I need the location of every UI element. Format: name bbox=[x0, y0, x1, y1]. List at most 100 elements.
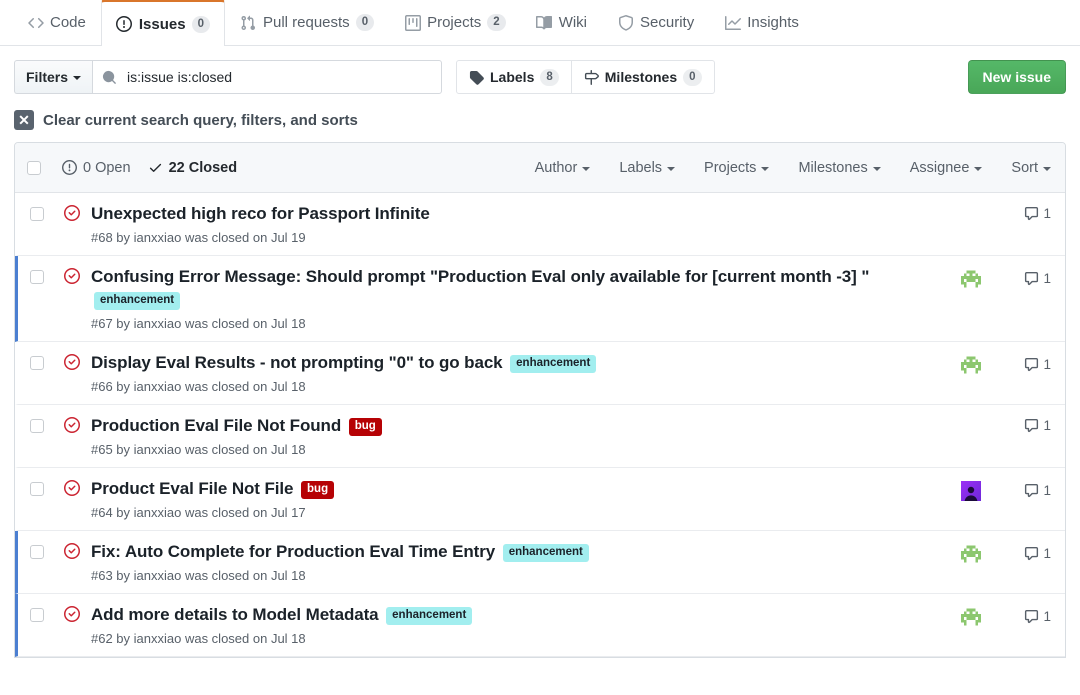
assignee-avatar-slot[interactable] bbox=[945, 481, 997, 501]
issue-title: Add more details to Model Metadata enhan… bbox=[91, 604, 945, 627]
state-filters: 0 Open 22 Closed bbox=[62, 160, 237, 176]
header-filter-milestones[interactable]: Milestones bbox=[798, 160, 880, 176]
issue-comment-count[interactable]: 1 bbox=[997, 546, 1051, 561]
issue-select-checkbox[interactable] bbox=[30, 207, 44, 221]
issue-label[interactable]: enhancement bbox=[510, 355, 596, 373]
milestones-label: Milestones bbox=[605, 69, 677, 85]
tab-wiki[interactable]: Wiki bbox=[521, 0, 602, 45]
issue-row[interactable]: Confusing Error Message: Should prompt "… bbox=[15, 256, 1065, 342]
issue-title-link[interactable]: Confusing Error Message: Should prompt "… bbox=[91, 267, 869, 286]
issue-row[interactable]: Add more details to Model Metadata enhan… bbox=[15, 594, 1065, 657]
comment-count-label: 1 bbox=[1043, 483, 1051, 498]
filters-label: Filters bbox=[26, 69, 68, 85]
tab-counter: 2 bbox=[487, 14, 505, 31]
issue-title-link[interactable]: Product Eval File Not File bbox=[91, 479, 293, 498]
issue-row[interactable]: Product Eval File Not File bug#64 by ian… bbox=[15, 468, 1065, 531]
chevron-down-icon bbox=[73, 76, 81, 80]
search-input[interactable] bbox=[125, 68, 432, 86]
header-filter-label: Milestones bbox=[798, 160, 867, 176]
milestones-button[interactable]: Milestones 0 bbox=[572, 60, 715, 94]
tab-issues[interactable]: Issues0 bbox=[101, 0, 225, 46]
issue-label[interactable]: bug bbox=[301, 481, 334, 499]
labels-button[interactable]: Labels 8 bbox=[456, 60, 572, 94]
open-issues-filter[interactable]: 0 Open bbox=[62, 160, 131, 176]
shield-icon bbox=[617, 14, 634, 31]
issue-title-link[interactable]: Fix: Auto Complete for Production Eval T… bbox=[91, 542, 495, 561]
shield-icon bbox=[618, 15, 634, 31]
issue-title-link[interactable]: Add more details to Model Metadata bbox=[91, 605, 379, 624]
header-filter-labels[interactable]: Labels bbox=[619, 160, 675, 176]
issue-comment-count[interactable]: 1 bbox=[997, 357, 1051, 372]
x-close-icon[interactable]: ✕ bbox=[14, 110, 34, 130]
issue-meta: #65 by ianxxiao was closed on Jul 18 bbox=[91, 442, 945, 457]
issue-label[interactable]: bug bbox=[349, 418, 382, 436]
tab-projects[interactable]: Projects 2 bbox=[389, 0, 521, 45]
issue-select-checkbox[interactable] bbox=[30, 545, 44, 559]
tab-counter: 0 bbox=[192, 16, 210, 33]
issue-select-checkbox[interactable] bbox=[30, 482, 44, 496]
issue-row[interactable]: Fix: Auto Complete for Production Eval T… bbox=[15, 531, 1065, 594]
filters-dropdown-button[interactable]: Filters bbox=[14, 60, 92, 94]
issue-comment-count[interactable]: 1 bbox=[997, 609, 1051, 624]
issue-label[interactable]: enhancement bbox=[503, 544, 589, 562]
issue-label[interactable]: enhancement bbox=[94, 292, 180, 310]
header-filter-assignee[interactable]: Assignee bbox=[910, 160, 983, 176]
issue-title-link[interactable]: Unexpected high reco for Passport Infini… bbox=[91, 204, 430, 223]
closed-issues-filter[interactable]: 22 Closed bbox=[148, 160, 238, 176]
comment-count-label: 1 bbox=[1043, 418, 1051, 433]
issue-select-checkbox[interactable] bbox=[30, 356, 44, 370]
assignee-avatar-slot[interactable] bbox=[945, 607, 997, 627]
issue-comment-count[interactable]: 1 bbox=[997, 418, 1051, 433]
chevron-down-icon bbox=[761, 167, 769, 171]
issue-select-checkbox[interactable] bbox=[30, 419, 44, 433]
search-box[interactable] bbox=[92, 60, 442, 94]
issue-title-link[interactable]: Production Eval File Not Found bbox=[91, 416, 341, 435]
assignee-avatar-slot[interactable] bbox=[945, 355, 997, 375]
labels-count: 8 bbox=[540, 69, 558, 86]
milestones-count: 0 bbox=[683, 69, 701, 86]
issue-title: Unexpected high reco for Passport Infini… bbox=[91, 203, 945, 226]
issue-opened-icon bbox=[116, 16, 132, 32]
issue-title-link[interactable]: Display Eval Results - not prompting "0"… bbox=[91, 353, 503, 372]
header-filter-label: Assignee bbox=[910, 160, 970, 176]
header-filter-author[interactable]: Author bbox=[535, 160, 591, 176]
header-filter-sort[interactable]: Sort bbox=[1011, 160, 1051, 176]
tab-label: Insights bbox=[747, 14, 799, 31]
chevron-down-icon bbox=[873, 167, 881, 171]
clear-search-row[interactable]: ✕ Clear current search query, filters, a… bbox=[0, 94, 1080, 142]
header-filter-projects[interactable]: Projects bbox=[704, 160, 769, 176]
avatar-image bbox=[961, 607, 981, 627]
issue-content: Add more details to Model Metadata enhan… bbox=[91, 604, 945, 646]
issues-toolbar: Filters Labels 8 Milestones 0 New issue bbox=[0, 46, 1080, 94]
check-icon bbox=[148, 160, 163, 175]
assignee-avatar-slot[interactable] bbox=[945, 269, 997, 289]
comment-count-label: 1 bbox=[1043, 546, 1051, 561]
tab-code[interactable]: Code bbox=[12, 0, 101, 45]
tab-label: Wiki bbox=[559, 14, 587, 31]
header-filter-label: Sort bbox=[1011, 160, 1038, 176]
issue-label[interactable]: enhancement bbox=[386, 607, 472, 625]
avatar-image bbox=[961, 269, 981, 289]
repo-nav-tabs: CodeIssues0Pull requests0 Projects 2 Wiki Se… bbox=[0, 0, 1080, 46]
issue-row[interactable]: Unexpected high reco for Passport Infini… bbox=[15, 193, 1065, 256]
issue-comment-count[interactable]: 1 bbox=[997, 483, 1051, 498]
issues-list-container: 0 Open 22 Closed Author Labels Projects Mil… bbox=[14, 142, 1066, 658]
git-pull-request-icon bbox=[240, 15, 256, 31]
comment-icon bbox=[1024, 271, 1039, 286]
issue-comment-count[interactable]: 1 bbox=[997, 206, 1051, 221]
select-all-checkbox[interactable] bbox=[27, 161, 41, 175]
issue-row[interactable]: Display Eval Results - not prompting "0"… bbox=[15, 342, 1065, 405]
tab-label: Projects bbox=[427, 14, 481, 31]
issue-row[interactable]: Production Eval File Not Found bug #65 by… bbox=[15, 405, 1065, 468]
tab-pull-requests[interactable]: Pull requests0 bbox=[225, 0, 389, 45]
tab-security[interactable]: Security bbox=[602, 0, 709, 45]
issue-select-checkbox[interactable] bbox=[30, 270, 44, 284]
issue-select-checkbox[interactable] bbox=[30, 608, 44, 622]
assignee-avatar-slot[interactable] bbox=[945, 544, 997, 564]
search-group: Filters bbox=[14, 60, 442, 94]
issue-comment-count[interactable]: 1 bbox=[997, 271, 1051, 286]
new-issue-button[interactable]: New issue bbox=[968, 60, 1066, 94]
chevron-down-icon bbox=[667, 167, 675, 171]
tab-insights[interactable]: Insights bbox=[709, 0, 814, 45]
closed-count-label: 22 Closed bbox=[169, 160, 238, 176]
